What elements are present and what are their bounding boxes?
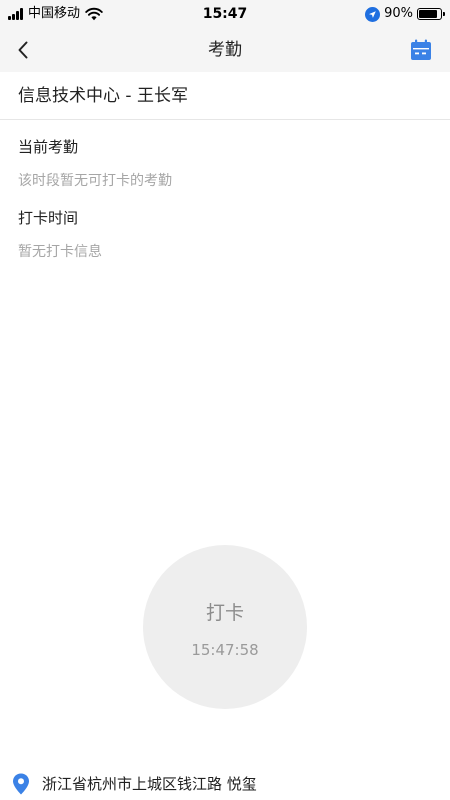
punch-times-heading: 打卡时间 bbox=[18, 209, 79, 227]
battery-percent: 90% bbox=[384, 6, 413, 21]
status-bar: 中国移动 15:47 90% bbox=[0, 0, 450, 28]
location-services-icon bbox=[365, 6, 381, 22]
punch-button-time: 15:47:58 bbox=[191, 641, 259, 659]
punch-times-message: 暂无打卡信息 bbox=[18, 244, 102, 260]
nav-bar: 考勤 bbox=[0, 28, 450, 72]
battery-icon bbox=[417, 8, 445, 20]
page-title: 考勤 bbox=[208, 40, 242, 60]
calendar-icon bbox=[411, 39, 431, 60]
calendar-button[interactable] bbox=[408, 37, 434, 63]
map-pin-icon bbox=[13, 773, 29, 795]
department-user-label: 信息技术中心 - 王长军 bbox=[18, 86, 188, 106]
current-attendance-message: 该时段暂无可打卡的考勤 bbox=[18, 173, 172, 189]
battery-fill bbox=[419, 10, 437, 18]
status-right: 90% bbox=[365, 5, 445, 23]
punch-button-label: 打卡 bbox=[205, 602, 244, 624]
current-attendance-heading: 当前考勤 bbox=[18, 138, 79, 156]
location-row: 浙江省杭州市上城区钱江路 悦玺 bbox=[0, 772, 450, 796]
top-bar: 中国移动 15:47 90% 考勤 bbox=[0, 0, 450, 72]
punch-button[interactable]: 打卡 15:47:58 bbox=[143, 545, 307, 709]
department-user-row: 信息技术中心 - 王长军 bbox=[0, 72, 450, 120]
location-address: 浙江省杭州市上城区钱江路 悦玺 bbox=[42, 775, 257, 793]
